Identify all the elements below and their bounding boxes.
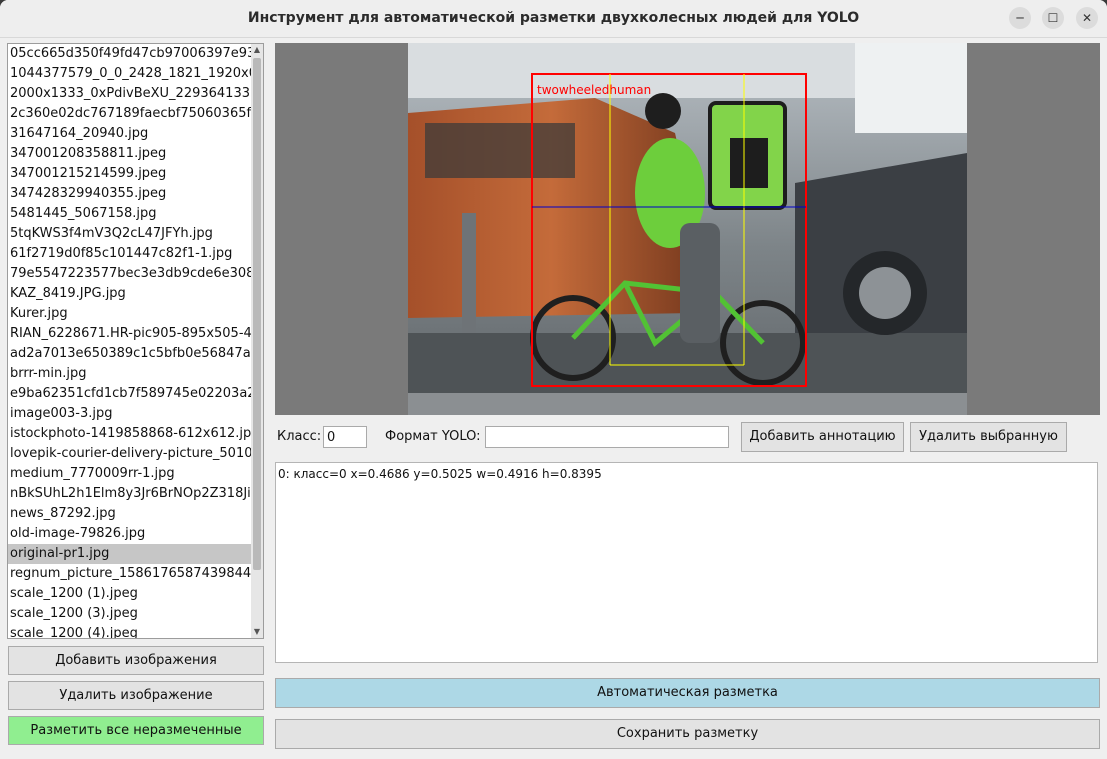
scroll-down-arrow-icon[interactable]: ▼ [251, 626, 263, 638]
file-list-item[interactable]: e9ba62351cfd1cb7f589745e02203a2c [8, 384, 251, 404]
file-list-item[interactable]: 347001208358811.jpeg [8, 144, 251, 164]
file-list-item[interactable]: scale_1200 (1).jpeg [8, 584, 251, 604]
delete-selected-button[interactable]: Удалить выбранную [910, 422, 1067, 452]
photo [408, 43, 967, 415]
file-list-item[interactable]: 2c360e02dc767189faecbf75060365f4 [8, 104, 251, 124]
class-input[interactable]: 0 [323, 426, 367, 448]
file-list-item[interactable]: 61f2719d0f85c101447c82f1-1.jpg [8, 244, 251, 264]
save-labels-button[interactable]: Сохранить разметку [275, 719, 1100, 749]
label-all-unlabeled-button[interactable]: Разметить все неразмеченные [8, 716, 264, 745]
file-list-item[interactable]: nBkSUhL2h1Elm8y3Jr6BrNOp2Z318Ji- [8, 484, 251, 504]
delete-image-button[interactable]: Удалить изображение [8, 681, 264, 710]
file-list-item[interactable]: 79e5547223577bec3e3db9cde6e308e [8, 264, 251, 284]
file-list-item[interactable]: Kurer.jpg [8, 304, 251, 324]
file-list-item[interactable]: 347001215214599.jpeg [8, 164, 251, 184]
file-list-item[interactable]: KAZ_8419.JPG.jpg [8, 284, 251, 304]
yolo-format-input[interactable] [485, 426, 729, 448]
class-label: Класс: [277, 429, 322, 444]
image-canvas-svg: twowheeledhuman [408, 43, 967, 415]
add-annotation-button[interactable]: Добавить аннотацию [741, 422, 904, 452]
detection-box-label: twowheeledhuman [537, 83, 651, 97]
image-canvas[interactable]: twowheeledhuman [275, 43, 1100, 415]
file-list-item[interactable]: 05cc665d350f49fd47cb97006397e932 [8, 44, 251, 64]
app-window: Инструмент для автоматической разметки д… [0, 0, 1107, 759]
scroll-up-arrow-icon[interactable]: ▲ [251, 44, 263, 56]
file-list-item[interactable]: 5tqKWS3f4mV3Q2cL47JFYh.jpg [8, 224, 251, 244]
file-list-item[interactable]: 31647164_20940.jpg [8, 124, 251, 144]
yolo-format-label: Формат YOLO: [385, 429, 481, 444]
file-list-scrollbar[interactable]: ▲ ▼ [251, 43, 264, 639]
file-list-item[interactable]: medium_7770009rr-1.jpg [8, 464, 251, 484]
file-list-item[interactable]: brrr-min.jpg [8, 364, 251, 384]
file-list-item[interactable]: 1044377579_0_0_2428_1821_1920x0_ [8, 64, 251, 84]
maximize-icon[interactable]: ☐ [1042, 7, 1064, 29]
file-list-item[interactable]: istockphoto-1419858868-612x612.jpg [8, 424, 251, 444]
file-list-item[interactable]: scale_1200 (4).jpeg [8, 624, 251, 638]
file-list-item[interactable]: RIAN_6228671.HR-pic905-895x505-44 [8, 324, 251, 344]
file-list-item[interactable]: image003-3.jpg [8, 404, 251, 424]
file-list-item[interactable]: ad2a7013e650389c1c5bfb0e56847a8 [8, 344, 251, 364]
add-images-button[interactable]: Добавить изображения [8, 646, 264, 675]
minimize-icon[interactable]: ─ [1009, 7, 1031, 29]
file-list-item[interactable]: scale_1200 (3).jpeg [8, 604, 251, 624]
annotation-line[interactable]: 0: класс=0 x=0.4686 y=0.5025 w=0.4916 h=… [278, 467, 1095, 481]
file-list-item[interactable]: news_87292.jpg [8, 504, 251, 524]
auto-label-button[interactable]: Автоматическая разметка [275, 678, 1100, 708]
file-list-item[interactable]: regnum_picture_15861765874398441 [8, 564, 251, 584]
file-list-item[interactable]: old-image-79826.jpg [8, 524, 251, 544]
file-list-item[interactable]: lovepik-courier-delivery-picture_50104 [8, 444, 251, 464]
image-file-list[interactable]: 05cc665d350f49fd47cb97006397e932 10443775… [7, 43, 252, 639]
close-icon[interactable]: ✕ [1076, 7, 1098, 29]
file-list-item[interactable]: 2000x1333_0xPdivBeXU_2293641333 [8, 84, 251, 104]
file-list-item[interactable]: 5481445_5067158.jpg [8, 204, 251, 224]
scrollbar-thumb[interactable] [253, 58, 261, 570]
window-title: Инструмент для автоматической разметки д… [247, 10, 860, 26]
file-list-item[interactable]: original-pr1.jpg [8, 544, 251, 564]
annotations-list[interactable]: 0: класс=0 x=0.4686 y=0.5025 w=0.4916 h=… [275, 462, 1098, 663]
file-list-item[interactable]: 347428329940355.jpeg [8, 184, 251, 204]
title-bar: Инструмент для автоматической разметки д… [0, 0, 1107, 38]
